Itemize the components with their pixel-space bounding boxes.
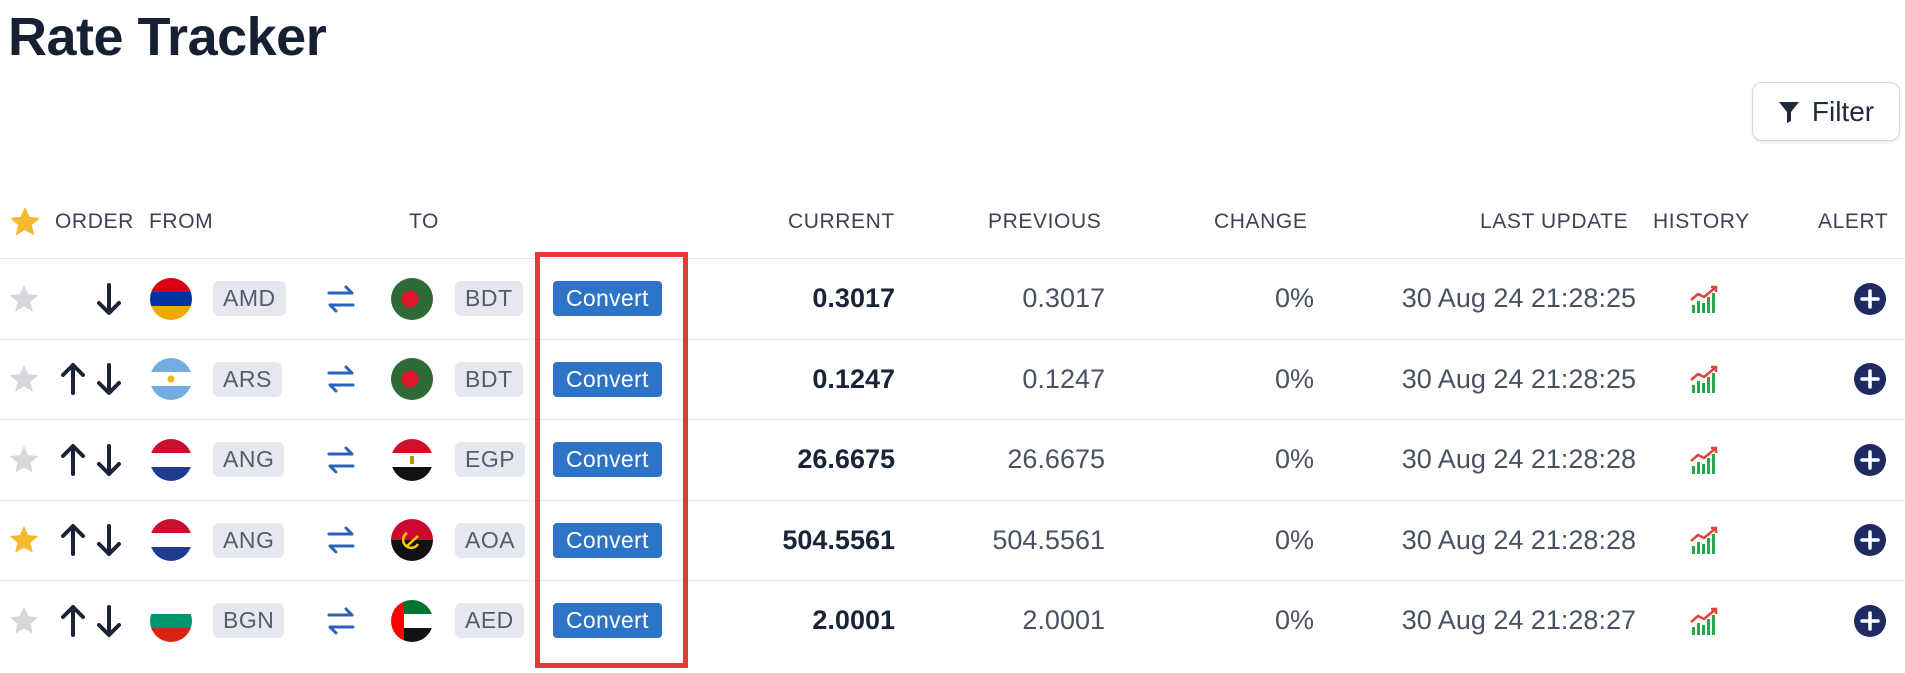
from-flag-icon (150, 259, 192, 339)
rate-change: 0% (1274, 363, 1314, 394)
column-alert: ALERT (1818, 210, 1889, 233)
convert-button[interactable]: Convert (553, 442, 662, 478)
last-update-time: 30 Aug 24 21:28:27 (1401, 605, 1636, 636)
convert-button[interactable]: Convert (553, 603, 662, 639)
previous-rate: 2.0001 (1022, 605, 1105, 636)
rates-table: ORDER FROM TO CURRENT PREVIOUS CHANGE LA… (0, 196, 1905, 661)
add-alert-plus-icon[interactable] (1853, 501, 1887, 581)
move-up-arrow-icon[interactable] (60, 340, 86, 420)
to-currency-code: AOA (455, 522, 526, 558)
favorite-star-icon[interactable] (7, 581, 41, 661)
table-row: AMD BDT Convert 0.3017 0.3017 0% 30 Aug 24 21:… (0, 259, 1905, 340)
convert-button[interactable]: Convert (553, 522, 662, 558)
favorite-star-icon[interactable] (7, 420, 41, 500)
column-order[interactable]: ORDER (55, 210, 134, 234)
last-update-time: 30 Aug 24 21:28:25 (1401, 363, 1636, 394)
convert-button[interactable]: Convert (553, 361, 662, 397)
star-icon[interactable] (7, 204, 43, 240)
add-alert-plus-icon[interactable] (1853, 259, 1887, 339)
previous-rate: 504.5561 (992, 524, 1105, 555)
add-alert-plus-icon[interactable] (1853, 581, 1887, 661)
previous-rate: 26.6675 (1007, 444, 1105, 475)
add-alert-plus-icon[interactable] (1853, 340, 1887, 420)
column-current[interactable]: CURRENT (788, 210, 895, 234)
to-flag-icon (391, 259, 433, 339)
last-update-time: 30 Aug 24 21:28:28 (1401, 524, 1636, 555)
last-update-time: 30 Aug 24 21:28:25 (1401, 283, 1636, 314)
favorite-star-icon[interactable] (7, 259, 41, 339)
swap-arrows-icon[interactable] (325, 340, 357, 420)
move-down-arrow-icon[interactable] (96, 420, 122, 500)
table-header: ORDER FROM TO CURRENT PREVIOUS CHANGE LA… (0, 196, 1905, 259)
rate-change: 0% (1274, 444, 1314, 475)
rate-change: 0% (1274, 283, 1314, 314)
move-up-arrow-icon[interactable] (60, 581, 86, 661)
history-chart-icon[interactable] (1688, 420, 1720, 500)
rate-change: 0% (1274, 524, 1314, 555)
filter-button-label: Filter (1811, 95, 1875, 127)
to-flag-icon (391, 420, 433, 500)
swap-arrows-icon[interactable] (325, 581, 357, 661)
from-currency-code: BGN (213, 603, 285, 639)
from-flag-icon (150, 420, 192, 500)
current-rate: 2.0001 (812, 605, 895, 636)
move-down-arrow-icon[interactable] (96, 501, 122, 581)
column-last-update[interactable]: LAST UPDATE (1480, 210, 1628, 234)
page-title: Rate Tracker (8, 7, 327, 67)
favorite-star-icon[interactable] (7, 501, 41, 581)
from-currency-code: ARS (213, 361, 282, 397)
table-row: BGN AED Convert 2.0001 2.0001 0% 30 Aug 24 21:… (0, 581, 1905, 661)
current-rate: 504.5561 (782, 524, 895, 555)
column-change[interactable]: CHANGE (1214, 210, 1307, 234)
funnel-icon (1778, 101, 1799, 123)
swap-arrows-icon[interactable] (325, 259, 357, 339)
to-currency-code: BDT (455, 281, 523, 317)
from-currency-code: ANG (213, 522, 285, 558)
previous-rate: 0.3017 (1022, 283, 1105, 314)
to-flag-icon (391, 581, 433, 661)
from-flag-icon (150, 501, 192, 581)
convert-button[interactable]: Convert (553, 281, 662, 317)
move-down-arrow-icon[interactable] (96, 581, 122, 661)
column-from[interactable]: FROM (149, 210, 213, 234)
swap-arrows-icon[interactable] (325, 501, 357, 581)
column-history: HISTORY (1653, 210, 1750, 233)
add-alert-plus-icon[interactable] (1853, 420, 1887, 500)
previous-rate: 0.1247 (1022, 363, 1105, 394)
column-to[interactable]: TO (409, 210, 439, 234)
move-up-arrow-icon[interactable] (60, 420, 86, 500)
table-row: ANG EGP Convert 26.6675 26.6675 0% 30 Aug 24 2… (0, 420, 1905, 501)
to-flag-icon (391, 501, 433, 581)
current-rate: 0.3017 (812, 283, 895, 314)
move-up-arrow-icon[interactable] (60, 501, 86, 581)
last-update-time: 30 Aug 24 21:28:28 (1401, 444, 1636, 475)
history-chart-icon[interactable] (1688, 581, 1720, 661)
from-flag-icon (150, 340, 192, 420)
column-previous[interactable]: PREVIOUS (988, 210, 1101, 234)
from-currency-code: ANG (213, 442, 285, 478)
favorite-star-icon[interactable] (7, 340, 41, 420)
move-down-arrow-icon[interactable] (96, 259, 122, 339)
to-currency-code: BDT (455, 361, 523, 397)
history-chart-icon[interactable] (1688, 259, 1720, 339)
history-chart-icon[interactable] (1688, 501, 1720, 581)
to-currency-code: EGP (455, 442, 526, 478)
to-currency-code: AED (455, 603, 524, 639)
swap-arrows-icon[interactable] (325, 420, 357, 500)
rate-change: 0% (1274, 605, 1314, 636)
table-row: ARS BDT Convert 0.1247 0.1247 0% 30 Aug 24 21:… (0, 340, 1905, 420)
from-currency-code: AMD (213, 281, 286, 317)
table-row: ANG AOA Convert 504.5561 504.5561 0% 30 Aug 24… (0, 501, 1905, 581)
current-rate: 26.6675 (797, 444, 895, 475)
history-chart-icon[interactable] (1688, 340, 1720, 420)
filter-button[interactable]: Filter (1752, 82, 1900, 141)
move-down-arrow-icon[interactable] (96, 340, 122, 420)
to-flag-icon (391, 340, 433, 420)
current-rate: 0.1247 (812, 363, 895, 394)
from-flag-icon (150, 581, 192, 661)
